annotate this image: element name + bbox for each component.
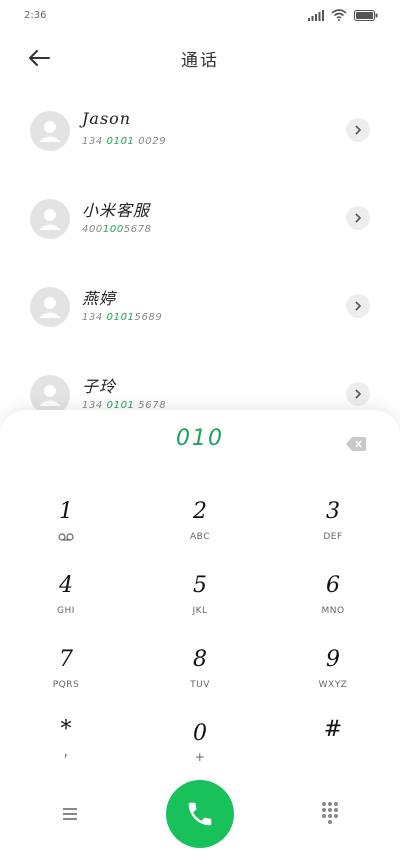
- voicemail-icon: [58, 533, 74, 541]
- call-button[interactable]: [166, 780, 234, 848]
- page-title: 通话: [181, 51, 219, 71]
- key-7[interactable]: 7 PQRS: [6, 646, 126, 710]
- avatar: [30, 111, 70, 151]
- avatar: [30, 199, 70, 239]
- status-time: 2:36: [24, 10, 47, 21]
- dialed-number: 010: [176, 426, 224, 451]
- contact-name: 燕婷: [82, 289, 117, 308]
- key-1[interactable]: 1: [6, 498, 126, 562]
- keypad-toggle-button[interactable]: [320, 800, 340, 824]
- wifi-icon: [331, 9, 347, 21]
- phone-icon: [188, 802, 212, 826]
- key-6[interactable]: 6 MNO: [273, 572, 393, 636]
- dialer-bottom-bar: [0, 780, 400, 850]
- header: 通话: [0, 34, 400, 82]
- contact-name: 子玲: [82, 377, 117, 396]
- backspace-icon: [346, 437, 366, 451]
- menu-icon: [63, 808, 77, 820]
- status-bar: 2:36: [0, 0, 400, 34]
- key-5[interactable]: 5 JKL: [140, 572, 260, 636]
- contact-row[interactable]: 燕婷 134 01015689: [0, 272, 400, 342]
- key-2[interactable]: 2 ABC: [140, 498, 260, 562]
- key-9[interactable]: 9 WXYZ: [273, 646, 393, 710]
- contact-number: 4001005678: [82, 224, 152, 235]
- status-icons: [308, 9, 378, 21]
- battery-icon: [354, 9, 378, 21]
- contact-detail-button[interactable]: [346, 382, 370, 406]
- contact-name: 小米客服: [82, 201, 151, 220]
- contact-number: 134 01015689: [82, 312, 163, 323]
- avatar: [30, 375, 70, 415]
- key-8[interactable]: 8 TUV: [140, 646, 260, 710]
- contact-name: Jason: [82, 109, 132, 128]
- backspace-button[interactable]: [346, 436, 366, 451]
- signal-icon: [308, 9, 324, 21]
- avatar: [30, 287, 70, 327]
- contact-detail-button[interactable]: [346, 294, 370, 318]
- dialpad-panel: 010 1 2 ABC 3 DEF 4 GHI 5 JKL 6 MNO 7 PQ…: [0, 410, 400, 866]
- chevron-right-icon: [355, 301, 362, 311]
- contact-row[interactable]: 小米客服 4001005678: [0, 184, 400, 254]
- chevron-right-icon: [355, 389, 362, 399]
- keypad-icon: [322, 802, 338, 824]
- chevron-right-icon: [355, 125, 362, 135]
- key-4[interactable]: 4 GHI: [6, 572, 126, 636]
- menu-button[interactable]: [58, 802, 82, 826]
- chevron-right-icon: [355, 213, 362, 223]
- contact-row[interactable]: Jason 134 0101 0029: [0, 96, 400, 166]
- key-hash[interactable]: #: [273, 716, 393, 780]
- key-3[interactable]: 3 DEF: [273, 498, 393, 562]
- key-0[interactable]: 0 +: [140, 720, 260, 784]
- contact-detail-button[interactable]: [346, 118, 370, 142]
- key-star[interactable]: * ,: [6, 716, 126, 780]
- contact-detail-button[interactable]: [346, 206, 370, 230]
- contact-number: 134 0101 0029: [82, 136, 167, 147]
